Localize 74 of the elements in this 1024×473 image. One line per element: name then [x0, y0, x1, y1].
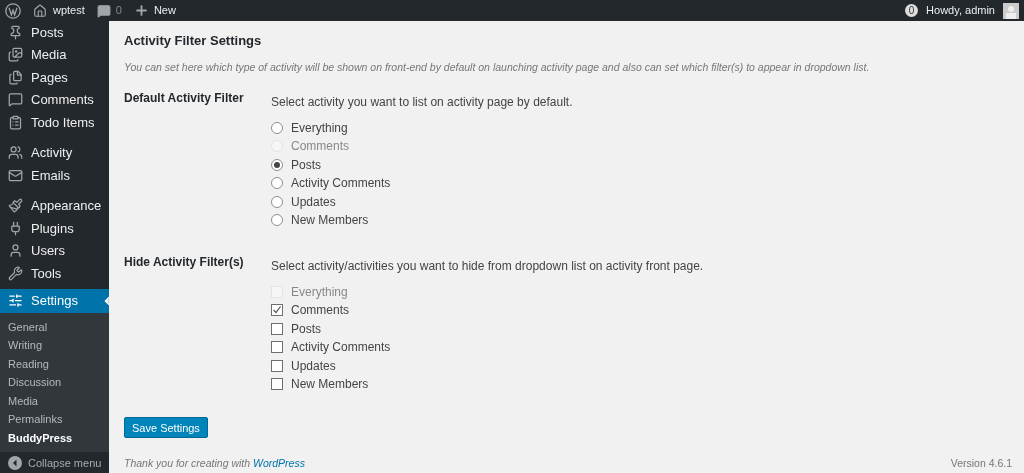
checkbox[interactable]: [271, 341, 283, 353]
option-label: Posts: [291, 320, 321, 338]
wrench-icon: [8, 265, 23, 281]
radio-button[interactable]: [271, 214, 283, 226]
wordpress-logo-icon[interactable]: [5, 2, 21, 19]
avatar-icon[interactable]: [1003, 2, 1019, 19]
people-icon: [8, 145, 23, 161]
plus-icon: [133, 3, 149, 18]
images-icon: [8, 47, 23, 63]
user-icon: [8, 243, 23, 259]
sliders-icon: [8, 293, 23, 308]
home-icon: [33, 3, 47, 18]
option-label: Posts: [291, 156, 321, 174]
checkbox[interactable]: [271, 359, 283, 372]
option-label: Comments: [291, 302, 349, 319]
checkbox[interactable]: [271, 378, 283, 390]
submenu-item[interactable]: Reading: [0, 354, 109, 373]
sidebar-item[interactable]: Plugins: [0, 217, 109, 240]
option-label: New Members: [291, 212, 369, 229]
sidebar-item[interactable]: Posts: [0, 21, 109, 44]
sidebar-item[interactable]: Todo Items: [0, 111, 109, 134]
option-label: Activity Comments: [291, 175, 391, 192]
comments-link[interactable]: 0: [96, 2, 122, 19]
sidebar-item[interactable]: Media: [0, 43, 109, 66]
clipboard-icon: [8, 114, 23, 130]
submenu-item[interactable]: Discussion: [0, 373, 109, 392]
radio-button[interactable]: [271, 121, 283, 134]
sidebar-item[interactable]: Comments: [0, 88, 109, 111]
sidebar-item[interactable]: Appearance: [0, 194, 109, 217]
field-label: Hide Activity Filter(s): [124, 255, 244, 270]
submenu-item[interactable]: Writing: [0, 336, 109, 355]
checkbox[interactable]: [271, 322, 283, 335]
checkbox[interactable]: [271, 304, 283, 316]
notification-count[interactable]: 0: [905, 4, 919, 17]
radio-button[interactable]: [271, 195, 283, 208]
submenu-item[interactable]: Media: [0, 391, 109, 410]
site-link[interactable]: wptest: [33, 2, 85, 19]
sidebar-item[interactable]: Pages: [0, 66, 109, 89]
option-label: New Members: [291, 376, 369, 393]
radio-button[interactable]: [271, 158, 283, 171]
sidebar-item[interactable]: Emails: [0, 164, 109, 187]
radio-button[interactable]: [271, 177, 283, 189]
plug-icon: [8, 220, 23, 236]
option-label: Everything: [291, 119, 348, 137]
new-link[interactable]: New: [133, 2, 176, 19]
option-label: Everything: [291, 283, 348, 301]
option-label: Updates: [291, 357, 336, 375]
speech-bubble-icon: [8, 92, 23, 108]
option-label: Comments: [291, 138, 349, 155]
sidebar-item[interactable]: Activity: [0, 141, 109, 164]
version-text: Version 4.6.1: [950, 456, 1012, 472]
sidebar-item[interactable]: Users: [0, 239, 109, 262]
pages-icon: [8, 69, 23, 85]
submenu-item[interactable]: BuddyPress: [0, 428, 109, 447]
submenu-item[interactable]: Permalinks: [0, 410, 109, 429]
pin-icon: [8, 24, 23, 40]
option-label: Updates: [291, 193, 336, 211]
description-text: You can set here which type of activity will be shown on front-end by default on launching activity page and also can set which filter(s) to appear in dropdown list.: [124, 59, 870, 75]
submenu-item[interactable]: General: [0, 317, 109, 336]
envelope-icon: [8, 167, 23, 183]
brush-icon: [8, 198, 23, 214]
collapse-menu-button[interactable]: Collapse menu: [0, 453, 109, 473]
footer-text: Thank you for creating with WordPress: [124, 456, 305, 472]
save-settings-button[interactable]: Save Settings: [124, 417, 208, 439]
sidebar-item[interactable]: Settings: [0, 288, 109, 313]
sidebar-item[interactable]: Tools: [0, 262, 109, 285]
instruction-text: Select activity you want to list on activity page by default.: [271, 94, 573, 112]
wordpress-link[interactable]: WordPress: [253, 457, 305, 470]
option-label: Activity Comments: [291, 339, 391, 356]
page-title: Activity Filter Settings: [124, 32, 262, 50]
field-label: Default Activity Filter: [124, 91, 244, 106]
speech-bubble-icon: [96, 3, 111, 18]
greeting-text[interactable]: Howdy, admin: [926, 2, 995, 19]
instruction-text: Select activity/activities you want to hide from dropdown list on activity front page.: [271, 258, 704, 276]
